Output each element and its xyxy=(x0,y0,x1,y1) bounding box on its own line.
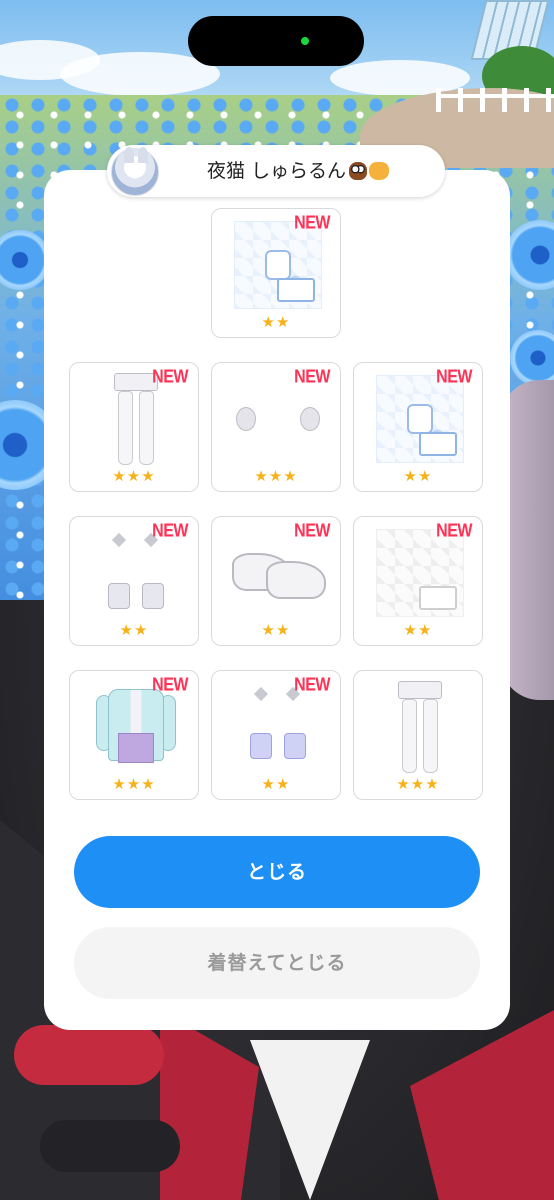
rarity-stars: ★★★ xyxy=(396,775,440,793)
jacket-skirt xyxy=(118,733,154,763)
stocking xyxy=(139,391,154,465)
item-card[interactable]: NEW ★★ xyxy=(211,516,341,646)
bunny-ear xyxy=(300,407,320,431)
stocking xyxy=(402,699,417,773)
new-badge: NEW xyxy=(436,367,472,388)
camera-indicator-dot xyxy=(301,37,309,45)
rarity-stars: ★★ xyxy=(261,313,291,331)
rarity-stars: ★★★ xyxy=(254,467,298,485)
earring-tag xyxy=(284,733,306,759)
user-name-row: 夜猫 しゅらるん xyxy=(207,159,390,183)
user-name: 夜猫 しゅらるん xyxy=(207,160,347,182)
rarity-stars: ★★ xyxy=(403,467,433,485)
item-card[interactable]: NEW ★★ xyxy=(353,516,483,646)
owl-emoji-icon xyxy=(349,162,368,180)
avatar xyxy=(111,147,159,196)
new-badge: NEW xyxy=(294,213,330,234)
item-card[interactable]: NEW ★★ xyxy=(211,670,341,800)
avatar-ear xyxy=(124,147,134,163)
rarity-stars: ★★ xyxy=(261,621,291,639)
earring-gem xyxy=(111,532,127,548)
bunny-ear xyxy=(236,407,256,431)
item-card[interactable]: NEW ★★ xyxy=(353,362,483,492)
new-badge: NEW xyxy=(294,367,330,388)
earring-tag xyxy=(142,583,164,609)
earring-gem xyxy=(253,686,269,702)
screen-motif xyxy=(419,586,457,610)
rarity-stars: ★★★ xyxy=(112,467,156,485)
bunny-motif xyxy=(265,250,291,280)
shorts-stockings-icon xyxy=(114,373,158,465)
item-card[interactable]: NEW ★★★ xyxy=(69,362,199,492)
shorts xyxy=(398,681,442,699)
fence-rail xyxy=(436,94,554,98)
character-red-bow xyxy=(14,1025,164,1085)
earring-tag xyxy=(108,583,130,609)
item-card[interactable]: NEW ★★★ xyxy=(69,670,199,800)
new-badge: NEW xyxy=(152,367,188,388)
earring-tag xyxy=(250,733,272,759)
shorts-stockings-icon xyxy=(398,681,442,773)
screen-motif xyxy=(277,278,315,302)
sneaker xyxy=(266,561,326,599)
rarity-stars: ★★ xyxy=(119,621,149,639)
avatar-ear xyxy=(138,147,148,163)
rarity-stars: ★★ xyxy=(403,621,433,639)
dynamic-island xyxy=(188,16,364,66)
new-badge: NEW xyxy=(152,675,188,696)
rarity-stars: ★★ xyxy=(261,775,291,793)
screen-motif xyxy=(419,432,457,456)
jacket-outfit-icon xyxy=(94,685,176,765)
item-card[interactable]: ★★★ xyxy=(353,670,483,800)
bunny-motif xyxy=(407,404,433,434)
stocking xyxy=(423,699,438,773)
stocking xyxy=(118,391,133,465)
item-card[interactable]: NEW ★★ xyxy=(211,208,341,338)
new-badge: NEW xyxy=(436,521,472,542)
cat-emoji-icon xyxy=(369,162,390,180)
new-badge: NEW xyxy=(294,675,330,696)
close-button[interactable]: とじる xyxy=(74,836,480,908)
fence xyxy=(436,88,554,112)
item-card[interactable]: NEW ★★ xyxy=(69,516,199,646)
change-and-close-button[interactable]: 着替えてとじる xyxy=(74,927,480,999)
new-badge: NEW xyxy=(294,521,330,542)
character-black-bow xyxy=(40,1120,180,1172)
new-badge: NEW xyxy=(152,521,188,542)
rarity-stars: ★★★ xyxy=(112,775,156,793)
user-header: 夜猫 しゅらるん xyxy=(107,145,445,197)
item-card[interactable]: NEW ★★★ xyxy=(211,362,341,492)
